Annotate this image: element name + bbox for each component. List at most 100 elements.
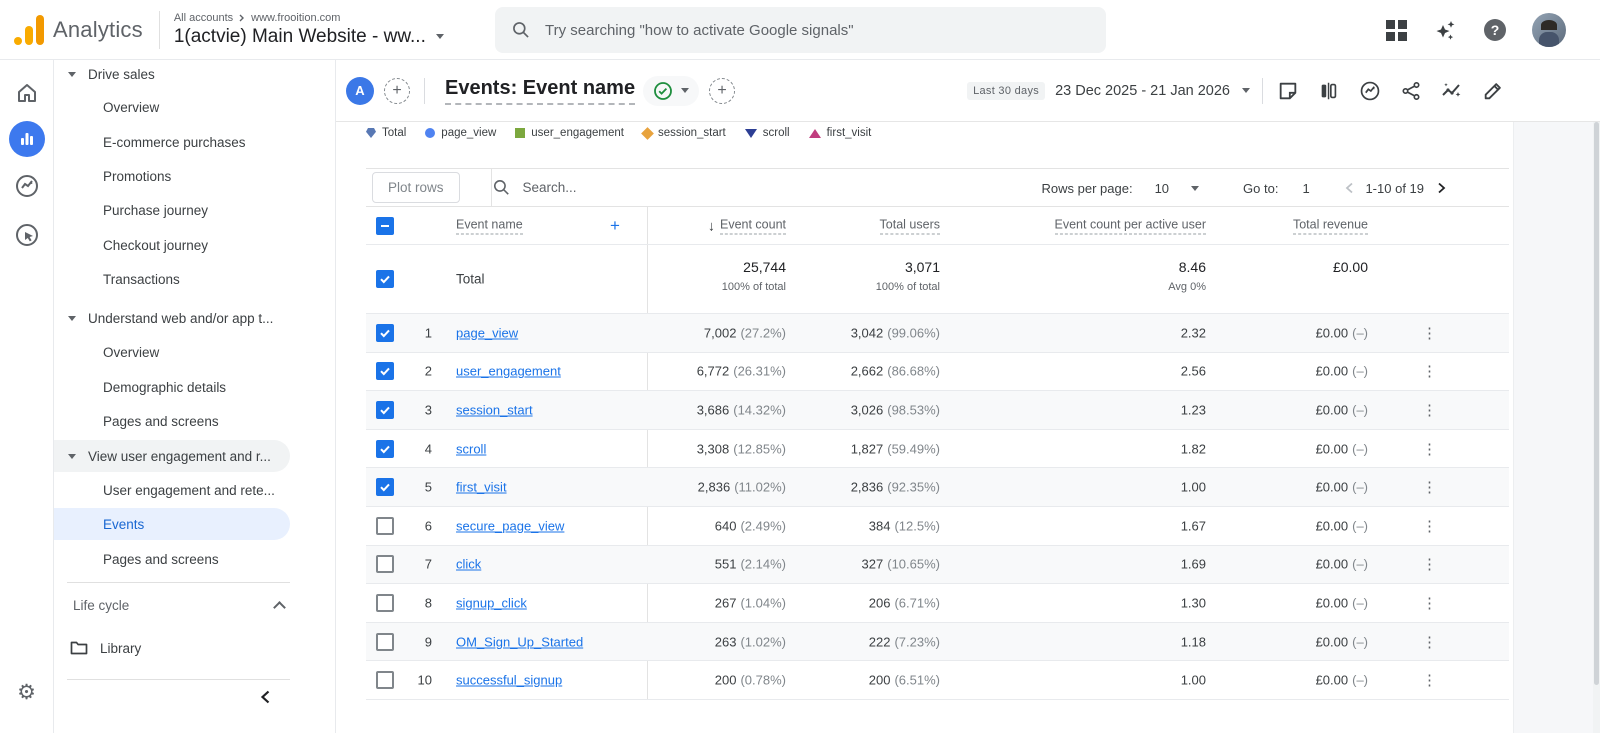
share-icon[interactable] [1398, 78, 1424, 104]
table-total-row: Total 25,744 100% of total 3,071 100% of t… [366, 245, 1509, 314]
chevron-down-icon[interactable] [1191, 185, 1200, 191]
column-header-event-count[interactable]: ↓ Event count [708, 217, 786, 234]
apps-grid-icon[interactable] [1384, 18, 1408, 42]
sidebar-item-demographic-details[interactable]: Demographic details [54, 371, 336, 403]
next-page-icon[interactable] [1436, 182, 1447, 194]
row-menu-icon[interactable]: ⋮ [1422, 324, 1437, 342]
event-link[interactable]: OM_Sign_Up_Started [456, 634, 583, 649]
sidebar-item-checkout-journey[interactable]: Checkout journey [54, 229, 336, 261]
row-checkbox[interactable] [376, 362, 394, 381]
event-link[interactable]: click [456, 557, 481, 572]
home-icon[interactable] [15, 81, 39, 105]
row-checkbox[interactable] [376, 555, 394, 574]
table-search-input[interactable] [522, 180, 663, 195]
row-menu-icon[interactable]: ⋮ [1422, 362, 1437, 380]
row-checkbox[interactable] [376, 323, 394, 342]
add-dimension-icon[interactable]: + [610, 216, 620, 236]
insights-icon[interactable] [1439, 78, 1465, 104]
breadcrumb-all-accounts[interactable]: All accounts [174, 12, 233, 24]
scrollbar-thumb[interactable] [1594, 122, 1599, 685]
row-checkbox[interactable] [376, 671, 394, 690]
column-header-event-count-per-active-user[interactable]: Event count per active user [1054, 217, 1206, 234]
notes-icon[interactable] [1275, 78, 1301, 104]
row-menu-icon[interactable]: ⋮ [1422, 440, 1437, 458]
row-menu-icon[interactable]: ⋮ [1422, 555, 1437, 573]
chevron-down-icon[interactable] [1242, 88, 1250, 93]
table-search[interactable] [492, 178, 663, 197]
date-range[interactable]: 23 Dec 2025 - 21 Jan 2026 [1055, 83, 1230, 99]
row-checkbox[interactable] [376, 632, 394, 651]
previous-page-icon[interactable] [1344, 182, 1355, 194]
sidebar-section-view-user-engagement[interactable]: View user engagement and r... [54, 440, 290, 472]
property-selector[interactable]: 1(actvie) Main Website - ww... [174, 26, 426, 48]
table-row: 9 OM_Sign_Up_Started 263 (1.02%) 222 (7.23… [366, 622, 1509, 662]
sidebar-item-purchase-journey[interactable]: Purchase journey [54, 194, 336, 226]
event-link[interactable]: page_view [456, 325, 518, 340]
total-row-checkbox[interactable] [376, 270, 394, 288]
row-checkbox[interactable] [376, 516, 394, 535]
collaborator-avatar[interactable]: A [346, 76, 374, 105]
sidebar-item-overview[interactable]: Overview [54, 91, 336, 123]
explore-link-icon[interactable] [1357, 78, 1383, 104]
search-input[interactable] [545, 21, 1065, 39]
vertical-scrollbar[interactable] [1593, 122, 1600, 733]
sidebar-item-user-engagement-retention[interactable]: User engagement and rete... [54, 474, 336, 506]
analytics-logo-icon[interactable] [14, 14, 44, 45]
user-avatar[interactable] [1532, 13, 1566, 47]
sort-descending-icon: ↓ [707, 217, 715, 234]
plot-rows-button[interactable]: Plot rows [372, 172, 460, 203]
sidebar-item-pages-and-screens[interactable]: Pages and screens [54, 405, 336, 437]
sidebar-item-transactions[interactable]: Transactions [54, 263, 336, 295]
explore-icon[interactable] [14, 173, 40, 199]
sidebar-section-understand-traffic[interactable]: Understand web and/or app t... [54, 302, 336, 334]
column-header-total-users[interactable]: Total users [879, 217, 940, 234]
comparison-icon[interactable] [1316, 78, 1342, 104]
sidebar-item-promotions[interactable]: Promotions [54, 160, 336, 192]
help-icon[interactable]: ? [1484, 19, 1506, 41]
sidebar-item-ecommerce-purchases[interactable]: E-commerce purchases [54, 126, 336, 158]
event-link[interactable]: scroll [456, 441, 486, 456]
row-menu-icon[interactable]: ⋮ [1422, 594, 1437, 612]
edit-icon[interactable] [1480, 78, 1506, 104]
sidebar-collection-life-cycle[interactable]: Life cycle [54, 589, 336, 621]
row-menu-icon[interactable]: ⋮ [1422, 478, 1437, 496]
select-all-checkbox[interactable] [376, 216, 394, 235]
ai-sparkle-icon[interactable] [1434, 18, 1458, 42]
sidebar-item-pages-and-screens-2[interactable]: Pages and screens [54, 543, 336, 575]
row-menu-icon[interactable]: ⋮ [1422, 671, 1437, 689]
row-menu-icon[interactable]: ⋮ [1422, 401, 1437, 419]
event-link[interactable]: signup_click [456, 595, 527, 610]
sidebar-section-drive-sales[interactable]: Drive sales [54, 58, 336, 90]
goto-page-input[interactable] [1302, 180, 1323, 196]
collapse-sidebar-icon[interactable] [250, 682, 280, 712]
event-link[interactable]: user_engagement [456, 364, 561, 379]
reports-icon[interactable] [8, 121, 45, 157]
sidebar-item-overview-2[interactable]: Overview [54, 336, 336, 368]
row-checkbox[interactable] [376, 593, 394, 612]
rows-per-page-value[interactable]: 10 [1155, 181, 1169, 196]
row-menu-icon[interactable]: ⋮ [1422, 517, 1437, 535]
sidebar-item-events-selected[interactable]: Events [54, 508, 290, 540]
event-link[interactable]: first_visit [456, 480, 507, 495]
settings-gear-icon[interactable]: ⚙ [17, 682, 36, 703]
event-link[interactable]: session_start [456, 402, 533, 417]
advertising-icon[interactable] [14, 222, 40, 248]
row-checkbox[interactable] [376, 478, 394, 497]
report-title[interactable]: Events: Event name [445, 77, 636, 105]
event-link[interactable]: successful_signup [456, 673, 562, 688]
add-collaborator-icon[interactable]: + [384, 77, 410, 104]
row-checkbox[interactable] [376, 439, 394, 458]
chevron-down-icon[interactable] [435, 34, 444, 39]
global-search[interactable] [495, 7, 1106, 53]
saved-state-pill[interactable] [643, 75, 700, 106]
breadcrumb-site[interactable]: www.frooition.com [251, 12, 340, 24]
report-header: A + Events: Event name + Last 30 days 23… [336, 60, 1600, 122]
sidebar-item-library[interactable]: Library [54, 632, 336, 664]
row-checkbox[interactable] [376, 400, 394, 419]
event-link[interactable]: secure_page_view [456, 518, 564, 533]
row-menu-icon[interactable]: ⋮ [1422, 633, 1437, 651]
legend-item-scroll: scroll [744, 127, 790, 139]
add-report-tab-icon[interactable]: + [709, 77, 736, 104]
column-header-event-name[interactable]: Event name [456, 217, 523, 234]
column-header-total-revenue[interactable]: Total revenue [1292, 217, 1368, 234]
